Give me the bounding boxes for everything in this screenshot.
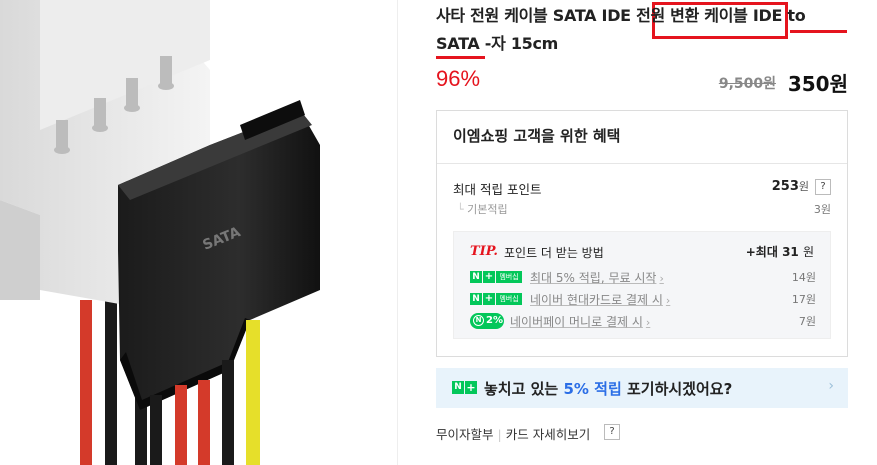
npay-n-icon: N xyxy=(473,315,484,326)
list-item[interactable]: N + 멤버십 최대 5% 적립, 무료 시작 › 14원 xyxy=(470,269,816,287)
tip-max-unit: 원 xyxy=(802,245,814,259)
discount-rate: 96% xyxy=(436,66,481,91)
membership-banner[interactable]: N + 놓치고 있는 5% 적립 포기하시겠어요? › xyxy=(436,368,848,408)
chevron-right-icon: › xyxy=(828,378,834,394)
naver-n-icon: N xyxy=(470,271,482,283)
basic-points-value: 3원 xyxy=(813,203,831,216)
npay-badge: N 2% xyxy=(470,313,504,329)
naver-n-icon: N xyxy=(452,381,464,394)
sata-cable-illustration: SATA xyxy=(0,0,320,465)
plus-icon: + xyxy=(483,271,495,283)
image-divider xyxy=(397,0,398,465)
product-image: SATA xyxy=(0,0,397,465)
benefit-link-text: 네이버 현대카드로 결제 시 xyxy=(530,293,663,307)
tip-label: TIP. xyxy=(470,244,498,259)
card-detail-link[interactable]: 카드 자세히보기 xyxy=(506,427,590,442)
product-title: 사타 전원 케이블 SATA IDE 전원 변환 케이블 IDE to SATA… xyxy=(436,6,806,53)
basic-points-label: └ 기본적립 xyxy=(457,203,508,216)
naver-n-icon: N xyxy=(470,293,482,305)
benefit-value: 17원 xyxy=(791,293,816,306)
chevron-right-icon: › xyxy=(645,316,651,329)
help-icon[interactable]: ? xyxy=(604,424,620,440)
tip-text: 포인트 더 받는 방법 xyxy=(504,246,604,260)
benefit-link[interactable]: 최대 5% 적립, 무료 시작 › xyxy=(530,269,664,286)
max-points-number: 253 xyxy=(771,179,799,194)
benefit-link-text: 최대 5% 적립, 무료 시작 xyxy=(530,271,657,285)
separator: | xyxy=(497,427,502,442)
tip-box: TIP. 포인트 더 받는 방법 +최대 31 원 N + 멤버십 최대 5% … xyxy=(453,231,831,339)
tip-max-value: 31 xyxy=(782,245,799,259)
benefit-box: 이엠쇼핑 고객을 위한 혜택 최대 적립 포인트 253원 ? └ 기본적립 3… xyxy=(436,110,848,357)
basic-points-text: 기본적립 xyxy=(467,203,508,216)
benefit-title: 이엠쇼핑 고객을 위한 혜택 xyxy=(453,127,621,145)
chevron-right-icon: › xyxy=(659,272,664,285)
list-item[interactable]: N 2% 네이버페이 머니로 결제 시 › 7원 xyxy=(470,313,816,331)
product-info-panel: 사타 전원 케이블 SATA IDE 전원 변환 케이블 IDE to SATA… xyxy=(436,0,848,465)
banner-text-before: 놓치고 있는 xyxy=(484,380,564,398)
list-item[interactable]: N + 멤버십 네이버 현대카드로 결제 시 › 17원 xyxy=(470,291,816,309)
benefit-link-text: 네이버페이 머니로 결제 시 xyxy=(510,315,643,329)
max-points-value: 253원 xyxy=(772,178,809,194)
plus-icon: + xyxy=(465,381,477,394)
installment-link[interactable]: 무이자할부 xyxy=(436,427,494,442)
banner-text-after: 포기하시겠어요? xyxy=(621,380,733,398)
chevron-right-icon: › xyxy=(665,294,671,307)
benefit-value: 7원 xyxy=(798,315,816,328)
max-points-label: 최대 적립 포인트 xyxy=(453,182,542,197)
membership-badge: 멤버십 xyxy=(496,271,522,283)
sale-price: 350원 xyxy=(787,72,848,96)
banner-highlight: 5% 적립 xyxy=(563,380,622,398)
original-price: 9,500원 xyxy=(718,76,776,92)
tip-max-points: +최대 31 원 xyxy=(746,243,814,260)
benefit-link[interactable]: 네이버 현대카드로 결제 시 › xyxy=(530,291,670,308)
card-links: 무이자할부 | 카드 자세히보기 xyxy=(436,424,590,443)
max-points-unit: 원 xyxy=(798,180,809,193)
help-icon[interactable]: ? xyxy=(815,179,831,195)
npay-rate: 2% xyxy=(486,315,503,326)
membership-badge: 멤버십 xyxy=(496,293,522,305)
divider xyxy=(437,163,847,164)
benefit-value: 14원 xyxy=(791,271,816,284)
benefit-link[interactable]: 네이버페이 머니로 결제 시 › xyxy=(510,313,650,330)
banner-text: 놓치고 있는 5% 적립 포기하시겠어요? xyxy=(484,378,732,399)
plus-icon: + xyxy=(483,293,495,305)
tip-max-prefix: +최대 xyxy=(745,245,778,259)
